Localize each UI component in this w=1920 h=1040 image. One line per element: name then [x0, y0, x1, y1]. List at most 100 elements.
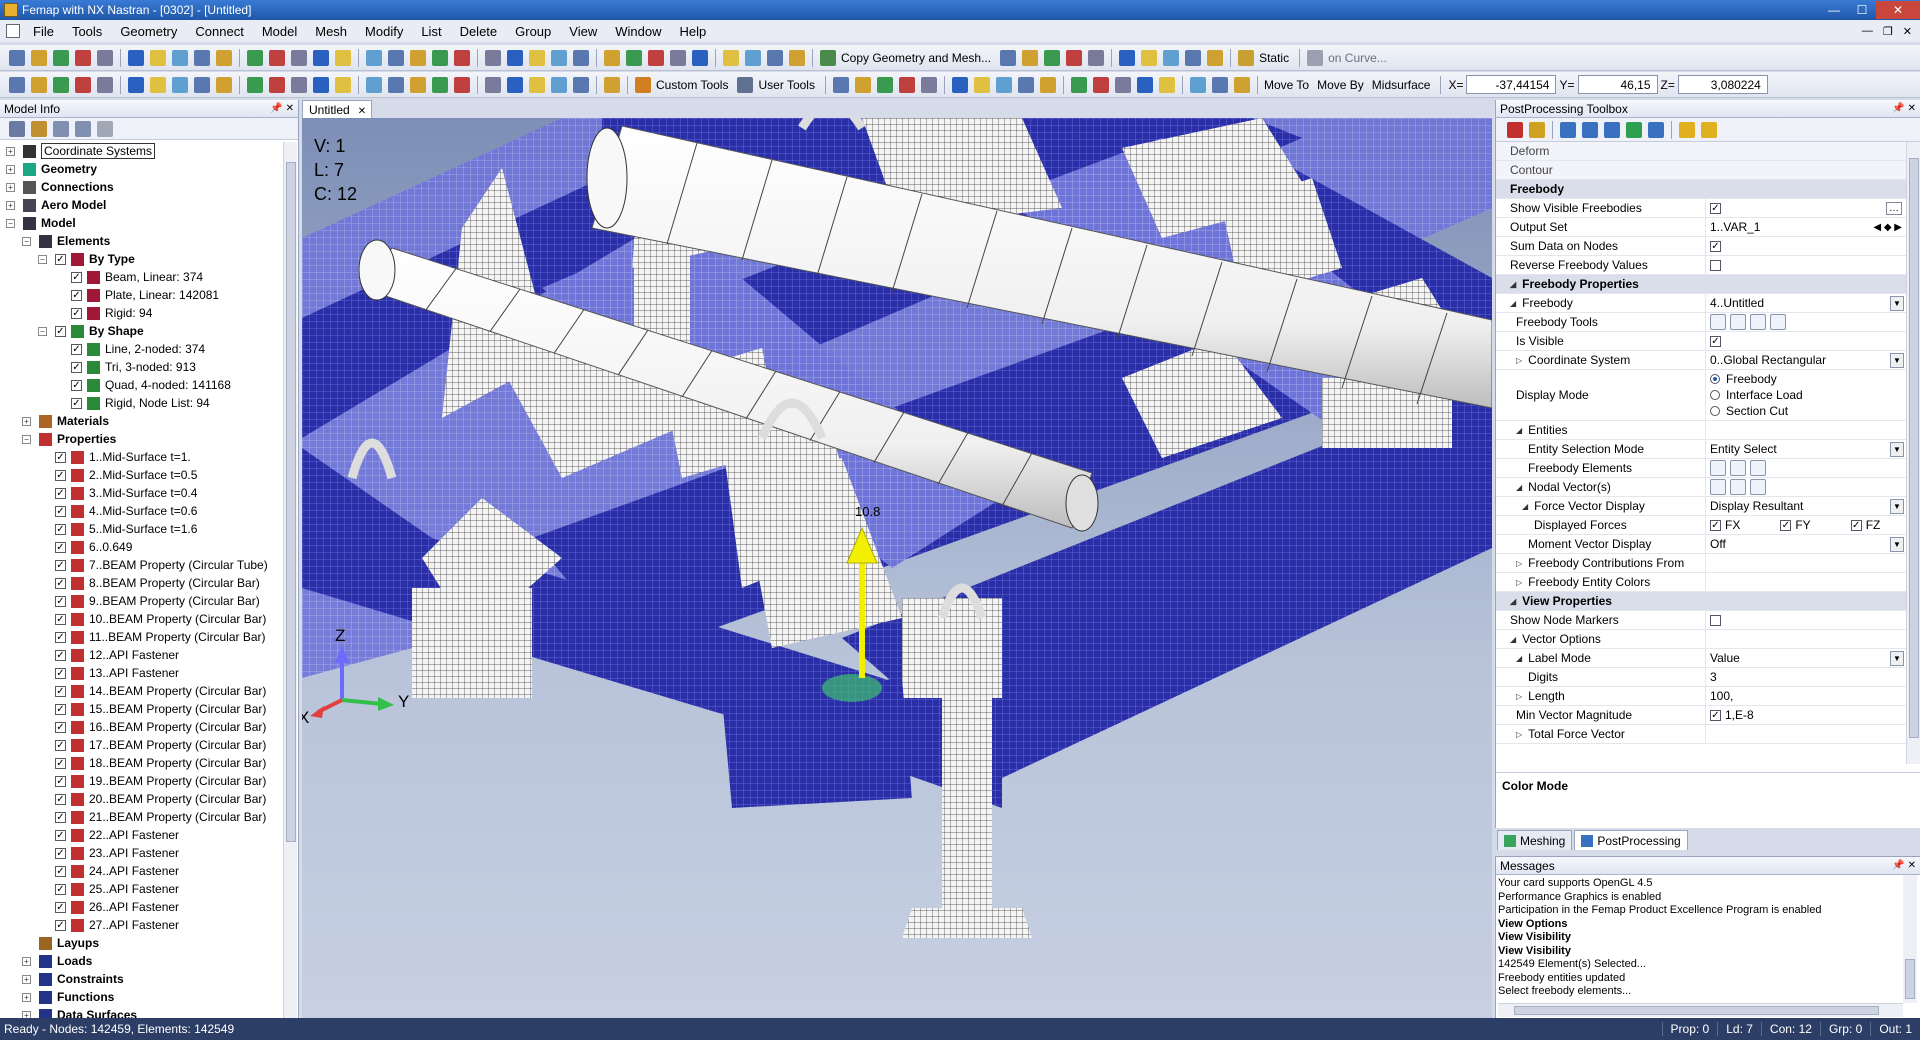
tree-item[interactable]: ✓ 20..BEAM Property (Circular Bar) — [0, 790, 283, 808]
tree-visibility-checkbox[interactable]: ✓ — [55, 883, 66, 895]
menu-model[interactable]: Model — [253, 24, 306, 39]
expand-arrow-icon[interactable]: ◢ — [1510, 597, 1516, 606]
tree-item[interactable]: ✓ 7..BEAM Property (Circular Tube) — [0, 556, 283, 574]
property-row[interactable]: Is Visible ✓ — [1496, 332, 1906, 351]
tree-visibility-checkbox[interactable]: ✓ — [71, 271, 82, 283]
tree-item[interactable]: ✓ 25..API Fastener — [0, 880, 283, 898]
pp-animate-icon[interactable] — [1679, 121, 1695, 138]
tb1b-tool-icon-8[interactable] — [1163, 49, 1180, 66]
tb1a-tool-icon-16[interactable] — [366, 49, 382, 66]
tb2b-tool-icon-5[interactable] — [920, 76, 937, 93]
tb1a-tool-icon-15[interactable] — [335, 49, 351, 66]
pp-pin-icon[interactable]: 📌 ✕ — [1892, 103, 1916, 114]
tb1a-tool-icon-34[interactable] — [789, 49, 805, 66]
tree-visibility-checkbox[interactable]: ✓ — [55, 649, 66, 661]
user-tools-button[interactable]: User Tools — [758, 78, 814, 92]
tree-visibility-checkbox[interactable]: ✓ — [55, 559, 66, 571]
property-category[interactable]: Deform — [1496, 142, 1906, 161]
doc-restore-button[interactable]: ❐ — [1883, 25, 1893, 38]
property-value[interactable]: 4..Untitled — [1710, 296, 1764, 310]
tree-visibility-checkbox[interactable]: ✓ — [55, 613, 66, 625]
tb1a-tool-icon-31[interactable] — [723, 49, 739, 66]
tb1b-tool-icon-4[interactable] — [1066, 49, 1083, 66]
output-set-arrows-icon[interactable]: ◀ ◆ ▶ — [1873, 222, 1902, 233]
fe-model-render[interactable] — [302, 118, 1492, 1018]
chevron-down-icon[interactable]: ▼ — [1890, 352, 1904, 368]
on-curve-button[interactable]: on Curve... — [1328, 51, 1387, 65]
property-value[interactable]: 3 — [1710, 670, 1717, 684]
move-to-button[interactable]: Move To — [1264, 78, 1309, 92]
chevron-down-icon[interactable]: ▼ — [1890, 295, 1904, 311]
menu-help[interactable]: Help — [670, 24, 715, 39]
tb2b-tool-icon-3[interactable] — [876, 76, 893, 93]
expand-arrow-icon[interactable]: ▷ — [1516, 578, 1522, 587]
static-button[interactable]: Static — [1259, 51, 1289, 65]
tree-visibility-checkbox[interactable]: ✓ — [55, 523, 66, 535]
property-row[interactable]: ▷ Freebody Contributions From — [1496, 554, 1906, 573]
tb1a-tool-icon-27[interactable] — [626, 49, 642, 66]
tree-expand-toggle[interactable]: + — [22, 974, 31, 984]
tb1a-tool-icon-14[interactable] — [313, 49, 329, 66]
tb2b-tool-icon-4[interactable] — [898, 76, 915, 93]
tree-visibility-checkbox[interactable]: ✓ — [55, 865, 66, 877]
menu-modify[interactable]: Modify — [356, 24, 412, 39]
tree-item[interactable]: + Coordinate Systems — [0, 142, 283, 160]
property-tool-icon[interactable] — [1750, 314, 1766, 330]
tree-visibility-checkbox[interactable]: ✓ — [71, 289, 82, 301]
pp-box-icon[interactable] — [1648, 121, 1664, 138]
tb2a-tool-icon-8[interactable] — [172, 76, 188, 93]
tab-postprocessing[interactable]: PostProcessing — [1574, 830, 1688, 850]
property-row[interactable]: ▷ Coordinate System 0..Global Rectangular ▼ — [1496, 351, 1906, 370]
ellipsis-button[interactable]: … — [1886, 201, 1902, 215]
tb2a-tool-icon-24[interactable] — [551, 76, 567, 93]
property-row[interactable]: Show Visible Freebodies ✓… — [1496, 199, 1906, 218]
tree-visibility-checkbox[interactable]: ✓ — [55, 631, 66, 643]
tree-item[interactable]: + Constraints — [0, 970, 283, 988]
tb1b-tool-icon-3[interactable] — [1044, 49, 1061, 66]
tree-visibility-checkbox[interactable]: ✓ — [55, 541, 66, 553]
pin-icon[interactable]: 📌 ✕ — [270, 103, 294, 114]
tb2a-tool-icon-13[interactable] — [291, 76, 307, 93]
tree-item[interactable]: ✓ 5..Mid-Surface t=1.6 — [0, 520, 283, 538]
tree-visibility-checkbox[interactable]: ✓ — [55, 721, 66, 733]
tree-item[interactable]: − Properties — [0, 430, 283, 448]
tree-item[interactable]: ✓ 21..BEAM Property (Circular Bar) — [0, 808, 283, 826]
property-row[interactable]: ▷ Total Force Vector — [1496, 725, 1906, 744]
menu-delete[interactable]: Delete — [451, 24, 507, 39]
tree-visibility-checkbox[interactable]: ✓ — [55, 595, 66, 607]
tree-item[interactable]: ✓ Quad, 4-noded: 141168 — [0, 376, 283, 394]
tb2a-tool-icon-2[interactable] — [31, 76, 47, 93]
menu-file[interactable]: File — [24, 24, 63, 39]
tb2b-tool-icon-17[interactable] — [1211, 76, 1228, 93]
tb1a-tool-icon-21[interactable] — [485, 49, 501, 66]
tree-tool-icon[interactable] — [9, 120, 25, 137]
tree-item[interactable]: ✓ 14..BEAM Property (Circular Bar) — [0, 682, 283, 700]
display-mode-radio[interactable] — [1710, 390, 1720, 400]
tree-item[interactable]: + Aero Model — [0, 196, 283, 214]
property-row[interactable]: Digits 3 — [1496, 668, 1906, 687]
expand-arrow-icon[interactable]: ◢ — [1510, 280, 1516, 289]
property-value[interactable]: 1,E-8 — [1725, 708, 1754, 722]
tree-item[interactable]: ✓ 15..BEAM Property (Circular Bar) — [0, 700, 283, 718]
tree-item[interactable]: ✓ 18..BEAM Property (Circular Bar) — [0, 754, 283, 772]
tree-item[interactable]: ✓ Rigid: 94 — [0, 304, 283, 322]
expand-arrow-icon[interactable]: ◢ — [1516, 654, 1522, 663]
tb1a-tool-icon-17[interactable] — [388, 49, 404, 66]
tree-item[interactable]: − Model — [0, 214, 283, 232]
property-row[interactable]: Moment Vector Display Off ▼ — [1496, 535, 1906, 554]
tree-item[interactable]: + Loads — [0, 952, 283, 970]
tb2b-tool-icon-11[interactable] — [1070, 76, 1087, 93]
doc-minimize-button[interactable]: — — [1862, 25, 1873, 38]
tree-visibility-checkbox[interactable]: ✓ — [71, 379, 82, 391]
tree-item[interactable]: ✓ Line, 2-noded: 374 — [0, 340, 283, 358]
expand-arrow-icon[interactable]: ◢ — [1510, 299, 1516, 308]
tb1a-tool-icon-29[interactable] — [670, 49, 686, 66]
tb2a-tool-icon-22[interactable] — [507, 76, 523, 93]
tb2a-tool-icon-6[interactable] — [128, 76, 144, 93]
tb1b-tool-icon-5[interactable] — [1088, 49, 1105, 66]
menu-list[interactable]: List — [412, 24, 450, 39]
tb1b-tool-icon-2[interactable] — [1022, 49, 1039, 66]
tb2a-tool-icon-20[interactable] — [454, 76, 470, 93]
view-tab[interactable]: Untitled ✕ — [302, 100, 372, 118]
tree-item[interactable]: ✓ 24..API Fastener — [0, 862, 283, 880]
